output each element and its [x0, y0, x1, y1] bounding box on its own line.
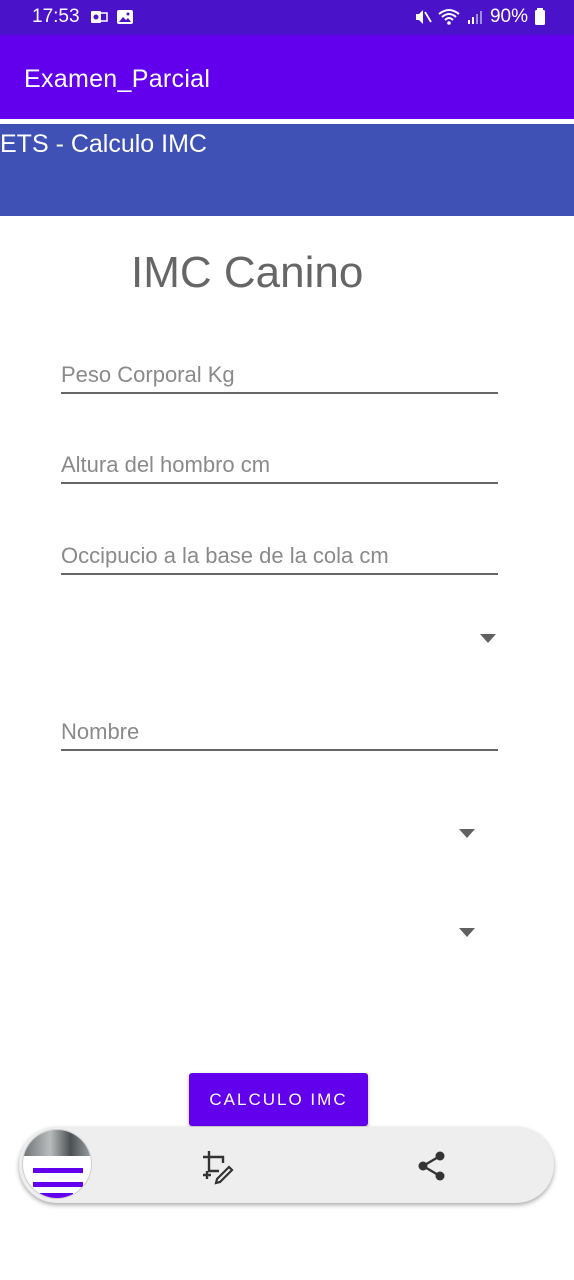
altura-input[interactable]	[61, 452, 498, 478]
app-title: Examen_Parcial	[24, 65, 211, 93]
nombre-field	[61, 705, 498, 751]
calculo-imc-button[interactable]: CALCULO IMC	[189, 1073, 368, 1126]
spinner-3[interactable]	[61, 912, 485, 952]
nombre-input[interactable]	[61, 719, 498, 745]
gallery-icon	[117, 10, 133, 24]
battery-icon	[535, 8, 545, 25]
occipucio-field	[61, 529, 498, 575]
outlook-icon	[91, 11, 108, 23]
peso-field	[61, 348, 498, 394]
spinner-2[interactable]	[61, 813, 485, 853]
thumbnail-photo	[23, 1130, 91, 1156]
secondary-title: ETS - Calculo IMC	[0, 130, 207, 158]
page-title: IMC Canino	[131, 248, 364, 297]
app-bar: Examen_Parcial	[0, 35, 574, 119]
peso-input[interactable]	[61, 362, 498, 388]
signal-icon	[467, 11, 482, 24]
spinner-1[interactable]	[61, 618, 506, 658]
share-icon[interactable]	[413, 1147, 451, 1185]
status-right-group: 90%	[414, 6, 546, 28]
thumbnail-bar	[33, 1182, 83, 1187]
thumbnail-bar	[33, 1193, 73, 1198]
screenshot-thumbnail[interactable]	[23, 1130, 91, 1198]
crop-edit-icon[interactable]	[197, 1147, 235, 1185]
dropdown-arrow-icon	[459, 829, 475, 838]
secondary-header: ETS - Calculo IMC	[0, 124, 574, 216]
mute-icon	[415, 10, 432, 24]
status-bar: 17:53 90%	[0, 0, 574, 35]
altura-field	[61, 438, 498, 484]
dropdown-arrow-icon	[480, 634, 496, 643]
battery-percent: 90%	[489, 6, 528, 27]
wifi-icon	[438, 9, 460, 25]
status-time: 17:53	[32, 6, 80, 27]
thumbnail-bar	[33, 1168, 83, 1173]
dropdown-arrow-icon	[459, 928, 475, 937]
screenshot-toolbar	[19, 1127, 554, 1203]
status-left-icons	[90, 8, 134, 26]
occipucio-input[interactable]	[61, 543, 498, 569]
